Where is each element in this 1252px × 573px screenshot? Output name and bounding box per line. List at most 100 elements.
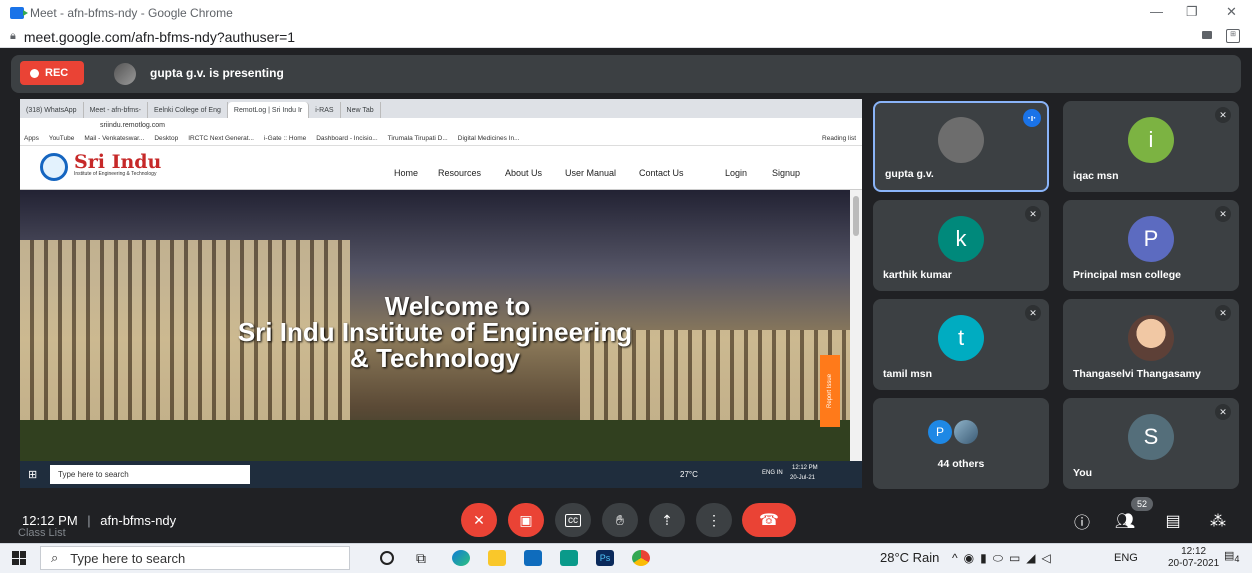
class-list-overlay: Class List <box>18 527 66 539</box>
people-icon: 👥︎ <box>1114 513 1136 530</box>
people-button[interactable]: 👥︎ <box>1113 510 1137 532</box>
nav-login: Login <box>725 168 748 178</box>
participant-name: You <box>1073 467 1093 479</box>
participant-name: iqac msn <box>1073 170 1119 182</box>
lawn <box>20 420 850 461</box>
inner-date: 20-Jul-21 <box>790 475 816 481</box>
rec-label: REC <box>45 67 69 79</box>
hang-up-icon: ☎︎ <box>759 512 779 529</box>
leave-call-button[interactable]: ☎︎ <box>742 503 796 537</box>
mic-off-icon: ✕ <box>1215 305 1231 321</box>
shared-screen: (318) WhatsApp Meet - afn-bfms- Eelnki C… <box>20 99 862 488</box>
captions-button[interactable]: cc <box>555 503 591 537</box>
cortana-icon[interactable] <box>380 551 394 565</box>
participant-photo <box>1128 314 1174 361</box>
raise-hand-button[interactable]: ✋︎ <box>602 503 638 537</box>
camera-toggle-button[interactable]: ▣ <box>508 503 544 537</box>
participant-photo <box>938 116 984 163</box>
edge-icon[interactable] <box>452 550 470 566</box>
others-avatar: P <box>928 420 952 444</box>
chat-button[interactable]: ▤ <box>1161 510 1185 532</box>
participant-tile[interactable]: i ✕ iqac msn <box>1063 101 1239 192</box>
photoshop-icon[interactable]: Ps <box>596 550 614 566</box>
nav-user-manual: User Manual <box>565 168 617 178</box>
nav-home: Home <box>394 168 419 178</box>
windows-start-icon[interactable] <box>12 551 26 565</box>
minimize-icon[interactable]: — <box>1150 4 1163 19</box>
os-search-box[interactable]: ⌕ Type here to search <box>40 546 350 570</box>
bookmark: YouTube <box>48 135 75 142</box>
activities-button[interactable]: ⁂ <box>1206 510 1230 532</box>
address-url[interactable]: meet.google.com/afn-bfms-ndy?authuser=1 <box>24 29 295 45</box>
notification-center-icon[interactable]: ▤4 <box>1224 549 1242 565</box>
inner-tab: Eelnki College of Eng <box>148 102 228 118</box>
participant-count-badge: 52 <box>1131 497 1153 511</box>
participant-tile[interactable]: P ✕ Principal msn college <box>1063 200 1239 291</box>
mic-toggle-button[interactable]: ✕ <box>461 503 497 537</box>
chrome-icon[interactable] <box>632 550 650 566</box>
present-button[interactable]: ⇡ <box>649 503 685 537</box>
bookmark: IRCTC Next Generat... <box>188 135 254 142</box>
participant-name: tamil msn <box>883 368 933 380</box>
others-count-label: 44 others <box>937 458 985 470</box>
mic-off-icon: ✕ <box>1025 305 1041 321</box>
site-logo: Sri Indu Institute of Engineering & Tech… <box>40 151 200 183</box>
address-bar[interactable]: 🔒︎ meet.google.com/afn-bfms-ndy?authuser… <box>0 26 1252 48</box>
bookmark: Dashboard - Incisio... <box>316 135 378 142</box>
participant-tile-self[interactable]: S ✕ You <box>1063 398 1239 489</box>
activities-icon: ⁂ <box>1210 513 1226 530</box>
meet-favicon-icon <box>10 7 28 19</box>
search-icon: ⌕ <box>51 550 59 565</box>
inner-time: 12:12 PM <box>792 465 818 471</box>
inner-taskbar: ⊞ Type here to search 27°C ENG IN 12:12 … <box>20 461 862 488</box>
file-explorer-icon[interactable] <box>488 550 506 566</box>
participant-name: Thangaselvi Thangasamy <box>1073 368 1201 380</box>
site-subtitle: Institute of Engineering & Technology <box>74 171 157 177</box>
mail-icon[interactable] <box>524 550 542 566</box>
grid-view-icon[interactable]: ⊞ <box>1226 29 1240 43</box>
restore-icon[interactable]: ❐ <box>1186 4 1198 20</box>
participant-tile[interactable]: ✕ Thangaselvi Thangasamy <box>1063 299 1239 390</box>
bookmark: Mail - Venkateswar... <box>84 135 145 142</box>
bookmark: Tirumala Tirupati D... <box>387 135 448 142</box>
bookmark: Desktop <box>154 135 179 142</box>
task-view-icon[interactable]: ⧉ <box>416 550 434 566</box>
mic-off-icon: ✕ <box>1025 206 1041 222</box>
more-options-button[interactable]: ⋮ <box>696 503 732 537</box>
inner-scrollbar <box>850 190 862 461</box>
participant-name: Principal msn college <box>1073 269 1181 281</box>
bookmark: Digital Medicines In... <box>457 135 520 142</box>
info-icon: ⓘ <box>1073 515 1090 532</box>
meeting-details-button[interactable]: ⓘ <box>1070 510 1094 532</box>
present-screen-icon: ⇡ <box>661 511 673 528</box>
app-icon[interactable] <box>560 550 578 566</box>
tray-icons[interactable]: ^◉▮⬭▭◢◁ <box>952 551 1057 566</box>
inner-address-bar: sriindu.remotlog.com <box>20 118 862 132</box>
close-icon[interactable]: ✕ <box>1226 4 1237 20</box>
presenting-text: gupta g.v. is presenting <box>150 66 284 80</box>
inner-tab: (318) WhatsApp <box>20 102 84 118</box>
participant-tile[interactable]: ·ı· gupta g.v. <box>873 101 1049 192</box>
nav-signup: Signup <box>772 168 801 178</box>
others-avatar-photo <box>954 420 978 444</box>
camera-icon[interactable] <box>1202 31 1212 39</box>
inner-search-box: Type here to search <box>50 465 250 484</box>
tray-weather[interactable]: 28°C Rain <box>880 550 939 565</box>
meeting-time-code: 12:12 PM | afn-bfms-ndy <box>22 513 177 528</box>
captions-icon: cc <box>565 513 581 527</box>
participant-tile-others[interactable]: P 44 others <box>873 398 1049 489</box>
nav-contact: Contact Us <box>639 168 684 178</box>
participant-avatar: S <box>1128 413 1174 460</box>
tray-language[interactable]: ENG <box>1114 552 1138 564</box>
inner-tab-strip: (318) WhatsApp Meet - afn-bfms- Eelnki C… <box>20 99 862 118</box>
inner-weather: 27°C <box>680 470 698 479</box>
inner-tab: Meet - afn-bfms- <box>84 102 148 118</box>
window-title: Meet - afn-bfms-ndy - Google Chrome <box>30 6 233 20</box>
speaking-indicator-icon: ·ı· <box>1023 109 1041 127</box>
tray-clock[interactable]: 12:12 20-07-2021 <box>1168 546 1219 570</box>
participant-tile[interactable]: k ✕ karthik kumar <box>873 200 1049 291</box>
window-titlebar: Meet - afn-bfms-ndy - Google Chrome — ❐ … <box>0 0 1252 26</box>
more-vert-icon: ⋮ <box>707 511 721 528</box>
participant-tile[interactable]: t ✕ tamil msn <box>873 299 1049 390</box>
lock-icon: 🔒︎ <box>10 30 16 42</box>
